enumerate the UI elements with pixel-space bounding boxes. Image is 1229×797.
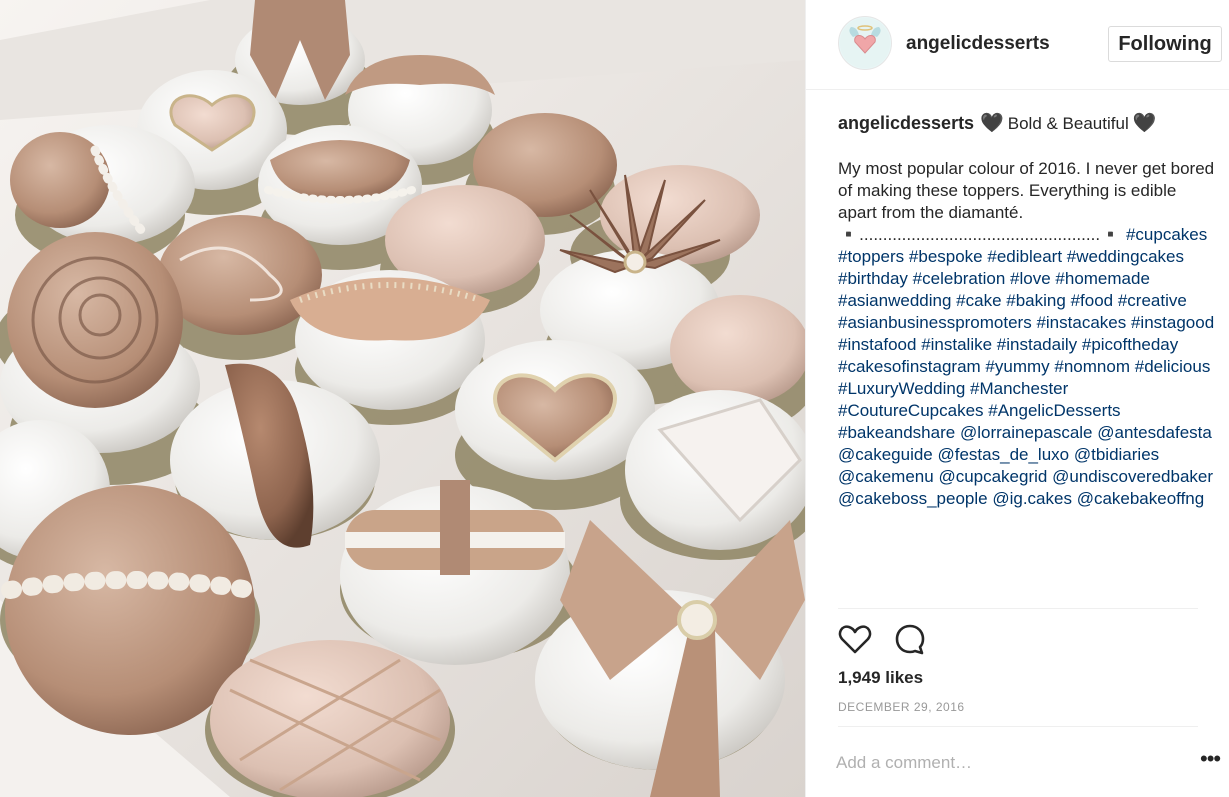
- hashtag-link[interactable]: #creative: [1118, 291, 1187, 310]
- hashtag-link[interactable]: #weddingcakes: [1067, 247, 1184, 266]
- mention-link[interactable]: @tbidiaries: [1074, 445, 1159, 464]
- hashtag-link[interactable]: #delicious: [1135, 357, 1211, 376]
- post-header: angelicdesserts Following: [806, 0, 1229, 90]
- caption-separator: ▪️......................................…: [838, 225, 1122, 244]
- hashtag-link[interactable]: #nomnom: [1054, 357, 1130, 376]
- post-photo[interactable]: [0, 0, 805, 797]
- hashtag-link[interactable]: #cake: [956, 291, 1001, 310]
- post-date[interactable]: DECEMBER 29, 2016: [838, 700, 965, 714]
- caption: angelicdesserts 🖤 Bold & Beautiful 🖤 My mos…: [838, 112, 1218, 510]
- hashtag-link[interactable]: #cakesofinstagram: [838, 357, 981, 376]
- hashtag-link[interactable]: #asianbusinesspromoters: [838, 313, 1032, 332]
- hashtag-link[interactable]: #yummy: [985, 357, 1049, 376]
- hashtag-link[interactable]: #baking: [1006, 291, 1066, 310]
- angelic-desserts-logo-icon: [840, 18, 890, 68]
- hashtag-link[interactable]: #love: [1010, 269, 1051, 288]
- comment-input[interactable]: [836, 750, 1166, 776]
- cupcakes-image: [0, 0, 805, 797]
- hashtag-link[interactable]: #instalike: [921, 335, 992, 354]
- comment-bubble-icon[interactable]: [893, 622, 927, 656]
- hashtag-list: #cupcakes #toppers #bespoke #edibleart #…: [838, 225, 1214, 508]
- mention-link[interactable]: @cakemenu: [838, 467, 934, 486]
- caption-title: Bold & Beautiful: [1007, 114, 1129, 133]
- hashtag-link[interactable]: #toppers: [838, 247, 904, 266]
- caption-title-line: angelicdesserts 🖤 Bold & Beautiful 🖤: [838, 112, 1218, 135]
- hashtag-link[interactable]: #cupcakes: [1126, 225, 1207, 244]
- mention-link[interactable]: @festas_de_luxo: [938, 445, 1070, 464]
- hashtag-link[interactable]: #birthday: [838, 269, 908, 288]
- hashtag-link[interactable]: #asianwedding: [838, 291, 951, 310]
- mention-link[interactable]: @antesdafesta: [1097, 423, 1212, 442]
- caption-username-link[interactable]: angelicdesserts: [838, 113, 974, 133]
- hashtag-link[interactable]: #AngelicDesserts: [988, 401, 1120, 420]
- hashtag-link[interactable]: #bakeandshare: [838, 423, 955, 442]
- hashtag-link[interactable]: #picoftheday: [1082, 335, 1178, 354]
- hashtag-link[interactable]: #LuxuryWedding: [838, 379, 965, 398]
- likes-count[interactable]: 1,949 likes: [838, 668, 923, 688]
- hashtag-link[interactable]: #CoutureCupcakes: [838, 401, 984, 420]
- mention-link[interactable]: @cupcakegrid: [938, 467, 1047, 486]
- black-heart-emoji-icon: 🖤: [980, 113, 1004, 134]
- hashtag-link[interactable]: #instadaily: [997, 335, 1077, 354]
- mention-link[interactable]: @cakebakeoffng: [1077, 489, 1205, 508]
- mention-link[interactable]: @cakeguide: [838, 445, 933, 464]
- hashtag-link[interactable]: #bespoke: [909, 247, 983, 266]
- hashtag-link[interactable]: #instacakes: [1036, 313, 1126, 332]
- hashtag-link[interactable]: #homemade: [1055, 269, 1150, 288]
- hashtag-link[interactable]: #instafood: [838, 335, 916, 354]
- hashtag-link[interactable]: #Manchester: [970, 379, 1068, 398]
- divider: [838, 608, 1198, 609]
- like-heart-icon[interactable]: [838, 622, 872, 656]
- mention-link[interactable]: @undiscoveredbaker: [1052, 467, 1213, 486]
- header-username-link[interactable]: angelicdesserts: [906, 33, 1050, 55]
- hashtag-link[interactable]: #celebration: [913, 269, 1006, 288]
- hashtag-link[interactable]: #edibleart: [987, 247, 1062, 266]
- hashtag-link[interactable]: #food: [1071, 291, 1114, 310]
- following-button[interactable]: Following: [1108, 26, 1222, 62]
- avatar[interactable]: [838, 16, 892, 70]
- more-options-icon[interactable]: •••: [1200, 748, 1224, 774]
- hashtag-link[interactable]: #instagood: [1131, 313, 1214, 332]
- black-heart-emoji-icon: 🖤: [1132, 113, 1157, 134]
- post-actions: [838, 622, 958, 658]
- mention-link[interactable]: @ig.cakes: [992, 489, 1072, 508]
- post-details-panel: angelicdesserts Following angelicdessert…: [805, 0, 1229, 797]
- caption-text: My most popular colour of 2016. I never …: [838, 159, 1215, 222]
- divider: [838, 726, 1198, 727]
- mention-link[interactable]: @cakeboss_people: [838, 489, 988, 508]
- mention-link[interactable]: @lorrainepascale: [960, 423, 1093, 442]
- caption-body: My most popular colour of 2016. I never …: [838, 158, 1218, 510]
